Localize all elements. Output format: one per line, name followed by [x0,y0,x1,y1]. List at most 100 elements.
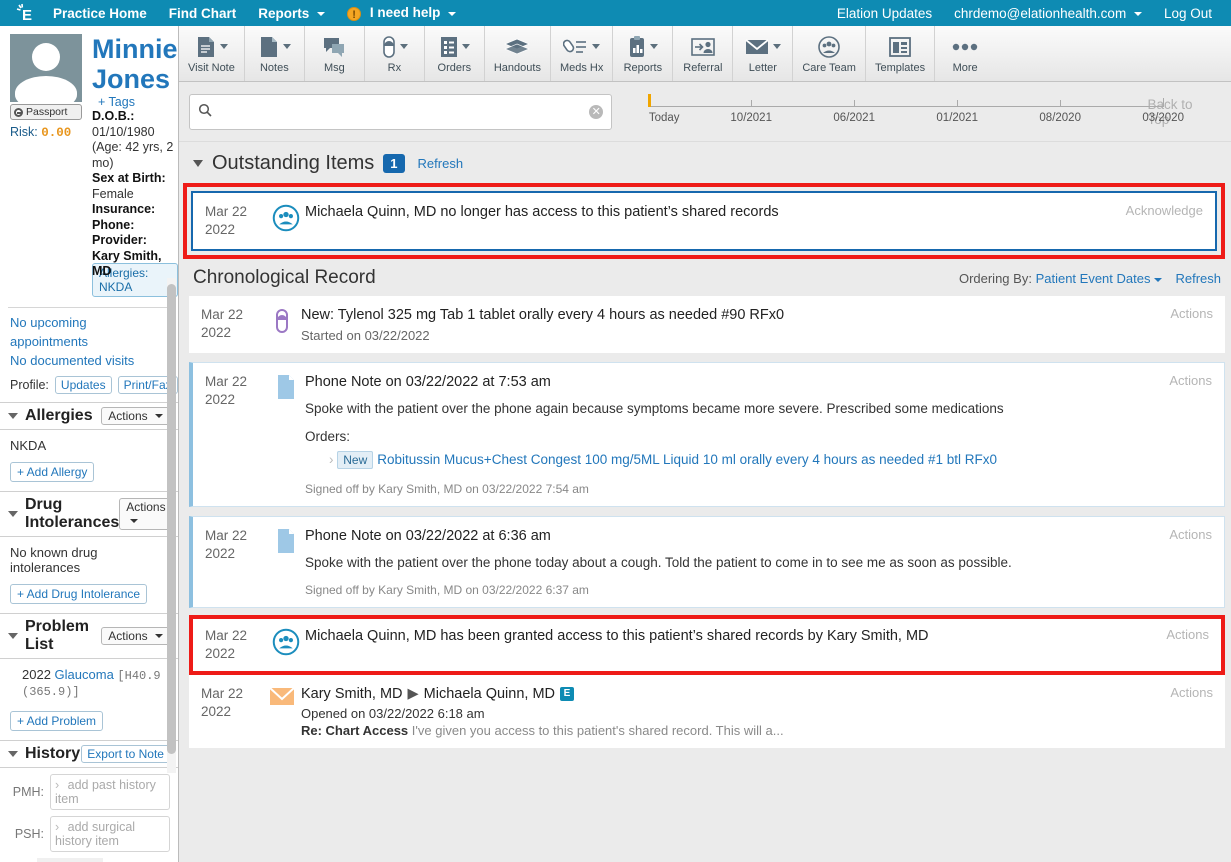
search-and-timeline-row: ✕ Today 10/2021 06/2021 01/2021 08/2020 … [178,82,1231,142]
pmh-input[interactable]: › add past history item [50,773,170,810]
table-row[interactable]: Mar 22 2022 Phone Note on 03/22/2022 at … [188,362,1225,507]
section-history-body: PMH: › add past history item PSH: › add … [0,768,178,862]
nav-find-chart[interactable]: Find Chart [158,6,248,21]
search-box[interactable]: ✕ [188,93,613,130]
message-to: Michaela Quinn, MD [423,686,556,702]
outstanding-item-date-month: Mar 22 [204,204,248,219]
problem-list-actions-button[interactable]: Actions [101,626,170,645]
toolbar-letter[interactable]: Letter [733,26,794,81]
drug-intolerances-actions-button[interactable]: Actions [119,497,173,530]
nav-elation-updates[interactable]: Elation Updates [826,6,943,21]
entry-title: New: Tylenol 325 mg Tab 1 tablet orally … [300,307,785,323]
clear-icon[interactable]: ✕ [589,104,604,119]
timeline-scrubber[interactable]: Today 10/2021 06/2021 01/2021 08/2020 03… [648,92,1184,132]
toolbar-referral[interactable]: Referral [673,26,734,81]
add-problem-button[interactable]: + Add Problem [10,710,104,731]
section-drug-intolerances-header[interactable]: Drug Intolerances Actions [0,490,178,537]
problem-name[interactable]: Glaucoma [55,667,114,682]
order-item[interactable]: › New Robitussin Mucus+Chest Congest 100 … [329,449,1159,471]
nav-user-account[interactable]: chrdemo@elationhealth.com [943,6,1153,21]
document-icon [267,527,305,597]
profile-actions: Profile: Updates Print/Fax Collapse [0,370,178,402]
toolbar-handouts[interactable]: Handouts [485,26,551,81]
section-problem-list-header[interactable]: Problem List Actions [0,612,178,659]
table-row[interactable]: Mar 22 2022 Phone Note on 03/22/2022 at … [188,516,1225,608]
insurance-label: Insurance: [92,202,156,216]
add-tags-link[interactable]: + Tags [98,95,135,109]
toolbar-meds-hx[interactable]: Meds Hx [551,26,614,81]
chronological-record-header: Chronological Record Ordering By: Patien… [179,259,1231,296]
visit-note-icon [195,34,228,60]
pmh-label: PMH: [12,784,44,799]
collapse-triangle-icon [8,510,18,517]
timeline-label-1: 10/2021 [730,111,772,124]
section-history-header[interactable]: History Export to Note [0,739,178,768]
search-input[interactable] [217,103,590,120]
patient-name[interactable]: Minnie Jones [92,34,178,94]
toolbar-templates[interactable]: Templates [866,26,936,81]
spacer [178,353,1231,362]
outstanding-refresh-link[interactable]: Refresh [418,156,464,171]
toolbar-rx[interactable]: Rx [365,26,425,81]
passport-badge[interactable]: Passport [10,104,82,120]
chevron-down-icon [650,44,659,49]
table-row[interactable]: Mar 22 2022 New: Tylenol 325 mg Tab 1 ta… [188,296,1225,353]
add-drug-intolerance-button[interactable]: + Add Drug Intolerance [10,583,148,604]
entry-title: Phone Note on 03/22/2022 at 6:36 am [304,528,551,544]
toolbar-notes[interactable]: Notes [245,26,305,81]
acknowledge-button[interactable]: Acknowledge [1126,203,1203,239]
section-allergies-header[interactable]: Allergies Actions [0,401,178,430]
entry-actions-link[interactable]: Actions [1166,627,1209,663]
entry-actions-link[interactable]: Actions [1169,373,1212,496]
allergies-actions-button[interactable]: Actions [101,406,170,425]
toolbar-reports[interactable]: Reports [613,26,674,81]
nav-i-need-help[interactable]: ! I need help [336,5,467,21]
risk-value: 0.00 [41,126,72,140]
add-allergy-button[interactable]: + Add Allergy [10,461,95,482]
chevron-down-icon [773,44,782,49]
collapse-triangle-icon[interactable] [192,160,203,167]
entry-body: Phone Note on 03/22/2022 at 7:53 am Spok… [305,373,1169,496]
chevron-down-icon [1133,11,1142,16]
entry-actions-link[interactable]: Actions [1170,306,1213,343]
top-navigation-bar: E Practice Home Find Chart Reports ! I n… [0,0,1231,26]
outstanding-item-date-year: 2022 [204,222,236,237]
collapse-triangle-icon [8,412,18,419]
passport-icon [14,107,23,117]
no-upcoming-appointments[interactable]: No upcoming appointments [0,313,178,351]
sidebar-scrollbar-thumb[interactable] [166,284,176,754]
psh-input[interactable]: › add surgical history item [50,815,170,852]
sidebar-scrollbar[interactable] [166,278,176,773]
nav-log-out[interactable]: Log Out [1153,6,1223,21]
entry-date-month: Mar 22 [204,374,248,389]
fh-relation-label: Mother: [36,857,103,862]
entry-actions-link[interactable]: Actions [1169,527,1212,597]
profile-updates-button[interactable]: Updates [54,375,112,394]
table-row[interactable]: Mar 22 2022 Kary Smith, MD ▶ Michaela Quin… [188,675,1225,748]
entry-date-month: Mar 22 [204,628,248,643]
entry-date: Mar 22 2022 [205,627,267,663]
table-row[interactable]: Mar 22 2022 Michaela Quinn, MD has been … [192,619,1221,671]
entry-actions-link[interactable]: Actions [1170,685,1213,738]
chronological-refresh-link[interactable]: Refresh [1175,271,1221,286]
order-text[interactable]: Robitussin Mucus+Chest Congest 100 mg/5M… [377,452,997,467]
entry-date-month: Mar 22 [204,528,248,543]
toolbar-referral-label: Referral [683,61,723,74]
export-to-note-button[interactable]: Export to Note [81,744,170,763]
care-team-icon [267,203,305,239]
toolbar-more[interactable]: More [935,26,995,81]
no-documented-visits[interactable]: No documented visits [0,351,178,370]
toolbar-visit-note[interactable]: Visit Note [179,26,245,81]
toolbar-msg[interactable]: Msg [305,26,365,81]
nav-reports[interactable]: Reports [247,6,336,21]
patient-sidebar: Passport Risk: 0.00 Minnie Jones + Tags … [0,26,179,862]
outstanding-item-card[interactable]: Mar 22 2022 Michaela Quinn, MD no longer… [190,191,1217,251]
ordering-by-value[interactable]: Patient Event Dates [1036,271,1151,286]
fh-existing-item[interactable]: › Glaucoma [111,858,170,862]
toolbar-orders[interactable]: Orders [425,26,485,81]
elation-logo-icon[interactable]: E [8,2,42,24]
toolbar-care-team[interactable]: Care Team [793,26,866,81]
toolbar-care-team-label: Care Team [802,61,856,74]
message-subject-row: Re: Chart Access I've given you access t… [301,723,1160,738]
nav-practice-home[interactable]: Practice Home [42,6,158,21]
